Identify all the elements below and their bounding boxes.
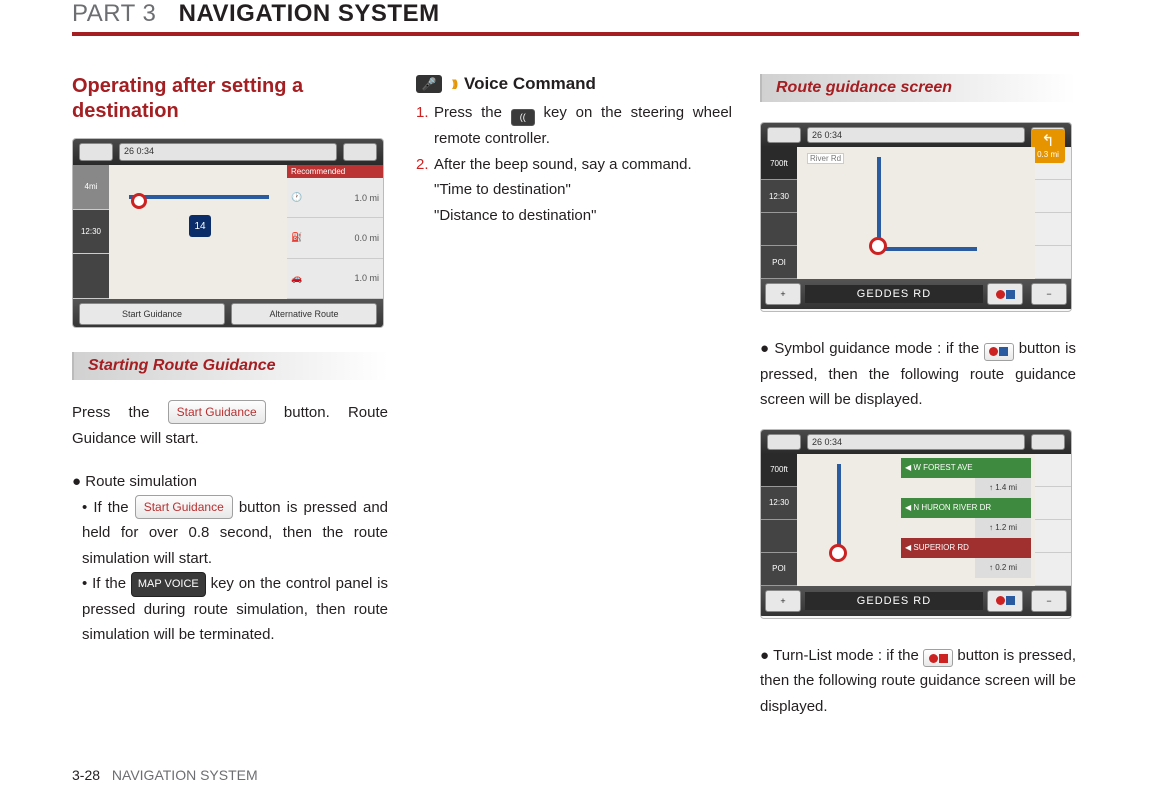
part-label: PART 3 bbox=[72, 0, 156, 27]
time-chip: 12:30 bbox=[761, 180, 797, 213]
turn-list-button-icon bbox=[923, 649, 953, 667]
bullet-list: Route simulation If the Start Guidance b… bbox=[72, 469, 388, 648]
chapter-title: NAVIGATION SYSTEM bbox=[179, 0, 440, 27]
subsection-heading: Starting Route Guidance bbox=[72, 352, 388, 380]
mode-toggle-button bbox=[987, 590, 1023, 612]
steering-voice-key-icon: (( bbox=[511, 109, 535, 126]
voice-command-heading: 🎤 Voice Command bbox=[416, 74, 732, 94]
turn-indicator: ↰0.3 mi bbox=[1031, 129, 1065, 163]
subsection-heading: Route guidance screen bbox=[760, 74, 1076, 102]
sub-bullet-item: If the MAP VOICE key on the control pane… bbox=[82, 571, 388, 648]
column-3: Route guidance screen 26 0:34 ↰0.3 mi 70… bbox=[760, 74, 1076, 719]
compass-icon bbox=[767, 127, 801, 143]
turn-list-row: ◀ N HURON RIVER DR bbox=[901, 498, 1031, 518]
start-guidance-button: Start Guidance bbox=[79, 303, 225, 325]
turn-road-name: ◀ W FOREST AVE bbox=[901, 458, 1031, 478]
section-heading: Operating after setting a destination bbox=[72, 74, 388, 124]
voice-phrase: "Distance to destination" bbox=[416, 203, 732, 229]
compass-icon bbox=[767, 434, 801, 450]
step-2: 2. After the beep sound, say a command. bbox=[416, 152, 732, 178]
side-chip: 4mi bbox=[73, 165, 109, 210]
side-chip: 12:30 bbox=[73, 210, 109, 255]
voice-icon: 🎤 bbox=[416, 75, 442, 93]
start-guidance-inline-button: Start Guidance bbox=[135, 495, 233, 519]
zoom-out-button: − bbox=[1031, 590, 1067, 612]
compass-icon bbox=[79, 143, 113, 161]
status-chip bbox=[343, 143, 377, 161]
zoom-out-button: − bbox=[1031, 283, 1067, 305]
poi-chip: POI bbox=[761, 246, 797, 279]
alternative-route-button: Alternative Route bbox=[231, 303, 377, 325]
footer-section: NAVIGATION SYSTEM bbox=[112, 767, 258, 783]
bullet-list: Turn-List mode : if the button is presse… bbox=[760, 643, 1076, 720]
zoom-in-button: + bbox=[765, 283, 801, 305]
turn-distance: ↑ 1.2 mi bbox=[975, 518, 1031, 538]
clock-readout: 26 0:34 bbox=[807, 434, 1025, 450]
screenshot-route-preview: 26 0:34 4mi 12:30 14 Recommended 🕐1.0 mi bbox=[72, 138, 384, 328]
bullet-item: Route simulation bbox=[72, 469, 388, 495]
location-pin-icon bbox=[131, 193, 147, 209]
paragraph: Press the Start Guidance button. Route G… bbox=[72, 400, 388, 451]
road-name: GEDDES RD bbox=[805, 592, 983, 610]
page-header: PART 3 NAVIGATION SYSTEM bbox=[72, 0, 1079, 36]
clock-readout: 26 0:34 bbox=[807, 127, 1025, 143]
turn-list-panel: ◀ W FOREST AVE↑ 1.4 mi◀ N HURON RIVER DR… bbox=[901, 458, 1031, 578]
side-chip bbox=[73, 254, 109, 299]
recommended-label: Recommended bbox=[287, 165, 383, 178]
step-1: 1. Press the (( key on the steering whee… bbox=[416, 100, 732, 152]
turn-road-name: ◀ SUPERIOR RD bbox=[901, 538, 1031, 558]
blank-chip bbox=[761, 213, 797, 246]
bullet-item: Symbol guidance mode : if the button is … bbox=[760, 336, 1076, 413]
turn-list-row: ◀ SUPERIOR RD bbox=[901, 538, 1031, 558]
dist-chip: 700ft bbox=[761, 454, 797, 487]
column-2: 🎤 Voice Command 1. Press the (( key on t… bbox=[416, 74, 732, 719]
symbol-mode-button-icon bbox=[984, 343, 1014, 361]
poi-chip: POI bbox=[761, 553, 797, 586]
dist-chip: 700ft bbox=[761, 147, 797, 180]
clock-readout: 26 0:34 bbox=[119, 143, 337, 161]
map-voice-inline-button: MAP VOICE bbox=[131, 572, 206, 597]
screenshot-symbol-guidance: 26 0:34 ↰0.3 mi 700ft 12:30 POI River Rd bbox=[760, 122, 1072, 312]
location-pin-icon bbox=[829, 544, 847, 562]
map-area: 14 bbox=[109, 165, 287, 299]
page-number: 3-28 bbox=[72, 767, 100, 783]
location-pin-icon bbox=[869, 237, 887, 255]
screenshot-turn-list: 26 0:34 700ft 12:30 POI ◀ W FOREST bbox=[760, 429, 1072, 619]
voice-phrase: "Time to destination" bbox=[416, 177, 732, 203]
page-footer: 3-28 NAVIGATION SYSTEM bbox=[72, 767, 258, 783]
zoom-in-button: + bbox=[765, 590, 801, 612]
highway-shield-icon: 14 bbox=[189, 215, 211, 237]
status-chip bbox=[1031, 434, 1065, 450]
road-name: GEDDES RD bbox=[805, 285, 983, 303]
start-guidance-inline-button: Start Guidance bbox=[168, 400, 266, 424]
turn-distance: ↑ 0.2 mi bbox=[975, 558, 1031, 578]
map-area: River Rd bbox=[797, 147, 1035, 279]
bullet-list: Symbol guidance mode : if the button is … bbox=[760, 336, 1076, 413]
bullet-item: Turn-List mode : if the button is presse… bbox=[760, 643, 1076, 720]
mode-toggle-button bbox=[987, 283, 1023, 305]
turn-list-row: ◀ W FOREST AVE bbox=[901, 458, 1031, 478]
turn-road-name: ◀ N HURON RIVER DR bbox=[901, 498, 1031, 518]
turn-distance: ↑ 1.4 mi bbox=[975, 478, 1031, 498]
column-1: Operating after setting a destination 26… bbox=[72, 74, 388, 719]
time-chip: 12:30 bbox=[761, 487, 797, 520]
sub-bullet-item: If the Start Guidance button is pressed … bbox=[82, 495, 388, 572]
blank-chip bbox=[761, 520, 797, 553]
voice-steps: 1. Press the (( key on the steering whee… bbox=[416, 100, 732, 177]
content-columns: Operating after setting a destination 26… bbox=[72, 74, 1079, 719]
